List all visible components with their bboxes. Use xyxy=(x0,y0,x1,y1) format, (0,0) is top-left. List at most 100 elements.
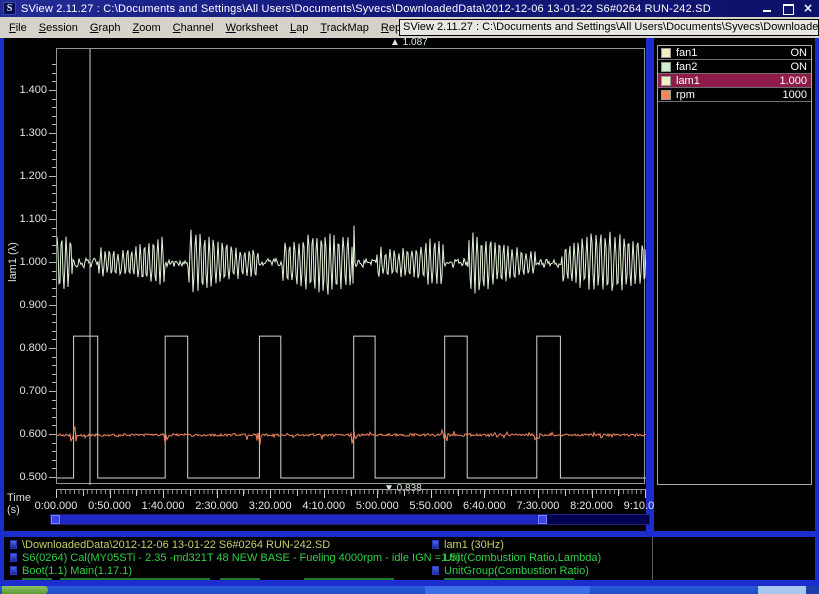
y-tick xyxy=(49,348,56,349)
cal-node-icon xyxy=(10,553,17,562)
rpm-color-swatch xyxy=(661,90,671,100)
y-tick xyxy=(49,305,56,306)
y-tick xyxy=(49,219,56,220)
restore-icon[interactable] xyxy=(781,2,795,14)
ruler-tick xyxy=(217,490,218,498)
clipped-text-remnant xyxy=(220,578,260,580)
chart-panel: ▲ 1.087 lam1 (λ) 1.4001.3001.2001.1001.0… xyxy=(4,38,646,531)
y-tick xyxy=(49,90,56,91)
ruler-tick xyxy=(297,490,298,496)
status-divider xyxy=(652,537,653,580)
y-tick xyxy=(49,133,56,134)
fw-node-icon xyxy=(10,566,17,575)
channel-node-icon xyxy=(432,540,439,549)
status-unit: Unit(Combustion Ratio,Lambda) xyxy=(444,552,601,564)
menu-file[interactable]: File xyxy=(3,19,33,37)
status-file-path: \DownloadedData\2012-12-06 13-01-22 S6#0… xyxy=(22,539,330,551)
ruler-tick xyxy=(163,490,164,498)
path-tooltip: SView 2.11.27 : C:\Documents and Setting… xyxy=(399,19,819,36)
file-node-icon xyxy=(10,540,17,549)
app-window: S SView 2.11.27 : C:\Documents and Setti… xyxy=(0,0,819,594)
scrollbar-thumb[interactable] xyxy=(51,515,547,524)
ruler-tick xyxy=(538,490,539,498)
y-tick-label: 1.200 xyxy=(5,170,47,182)
menu-channel[interactable]: Channel xyxy=(167,19,220,37)
lam1-trace xyxy=(57,226,646,295)
channel-value: ON xyxy=(791,61,808,73)
y-tick-label: 1.300 xyxy=(5,127,47,139)
ruler-tick xyxy=(243,490,244,496)
unitgroup-node-icon xyxy=(432,566,439,575)
y-tick-label: 0.800 xyxy=(5,342,47,354)
clipped-text-remnant xyxy=(444,578,574,580)
app-icon[interactable]: S xyxy=(3,2,16,15)
status-calibration: S6(0264) Cal(MY05STi - 2.35 -md321T 48 N… xyxy=(22,552,460,564)
ruler-tick xyxy=(404,490,405,496)
y-tick-label: 0.500 xyxy=(5,471,47,483)
menu-worksheet[interactable]: Worksheet xyxy=(220,19,284,37)
traces-svg xyxy=(57,49,646,485)
time-axis-title: Time (s) xyxy=(7,492,31,516)
channel-name: rpm xyxy=(676,89,695,101)
ruler-tick xyxy=(377,490,378,498)
channel-name: lam1 xyxy=(676,75,700,87)
time-ruler xyxy=(56,489,646,498)
window-title: SView 2.11.27 : C:\Documents and Setting… xyxy=(21,3,711,15)
y-tick xyxy=(49,176,56,177)
clipped-text-remnant xyxy=(60,578,210,580)
ruler-tick xyxy=(270,490,271,498)
scrollbar-handle-left[interactable] xyxy=(51,515,60,524)
menu-session[interactable]: Session xyxy=(33,19,84,37)
minimize-icon[interactable] xyxy=(761,2,775,14)
y-tick-label: 1.400 xyxy=(5,84,47,96)
menu-trackmap[interactable]: TrackMap xyxy=(314,19,375,37)
y-tick-label: 0.900 xyxy=(5,299,47,311)
close-icon[interactable]: × xyxy=(801,2,815,14)
channel-value: 1000 xyxy=(783,89,807,101)
y-tick-label: 0.600 xyxy=(5,428,47,440)
menu-lap[interactable]: Lap xyxy=(284,19,314,37)
channel-value: 1.000 xyxy=(779,75,807,87)
ruler-tick xyxy=(136,490,137,496)
y-tick xyxy=(49,262,56,263)
channel-name: fan2 xyxy=(676,61,697,73)
title-bar[interactable]: S SView 2.11.27 : C:\Documents and Setti… xyxy=(0,0,819,17)
y-tick-label: 0.700 xyxy=(5,385,47,397)
y-tick xyxy=(49,477,56,478)
fan2-color-swatch xyxy=(661,62,671,72)
ruler-tick xyxy=(565,490,566,496)
system-tray[interactable] xyxy=(758,586,806,594)
y-tick xyxy=(49,434,56,435)
scrollbar-handle-right[interactable] xyxy=(538,515,547,524)
legend-row-lam1[interactable]: lam1 1.000 xyxy=(658,74,811,88)
start-button[interactable] xyxy=(2,586,48,594)
ruler-tick xyxy=(511,490,512,496)
legend-row-rpm[interactable]: rpm 1000 xyxy=(658,88,811,102)
ruler-tick xyxy=(592,490,593,498)
ruler-tick xyxy=(458,490,459,496)
ruler-tick xyxy=(56,490,57,498)
legend-panel: fan1 ON fan2 ON lam1 1.000 rpm 1000 xyxy=(654,38,815,531)
legend-row-fan2[interactable]: fan2 ON xyxy=(658,60,811,74)
ruler-tick xyxy=(618,490,619,496)
channel-value: ON xyxy=(791,47,808,59)
ruler-tick xyxy=(431,490,432,498)
legend-row-fan1[interactable]: fan1 ON xyxy=(658,46,811,60)
ruler-tick xyxy=(484,490,485,498)
menu-zoom[interactable]: Zoom xyxy=(126,19,166,37)
status-unitgroup: UnitGroup(Combustion Ratio) xyxy=(444,565,589,577)
ruler-tick xyxy=(324,490,325,498)
menu-graph[interactable]: Graph xyxy=(84,19,127,37)
taskbar-item[interactable] xyxy=(425,586,590,594)
status-firmware: Boot(1.1) Main(1.17.1) xyxy=(22,565,132,577)
horizontal-scrollbar[interactable] xyxy=(50,514,650,525)
clipped-text-remnant xyxy=(304,578,394,580)
fan-trace xyxy=(57,336,646,478)
ruler-tick xyxy=(351,490,352,496)
status-panel: \DownloadedData\2012-12-06 13-01-22 S6#0… xyxy=(4,537,815,580)
clipped-text-remnant xyxy=(22,578,52,580)
plot-area[interactable] xyxy=(56,48,645,484)
max-value-marker: ▲ 1.087 xyxy=(390,37,428,48)
rpm-trace xyxy=(57,427,646,445)
y-tick xyxy=(49,391,56,392)
